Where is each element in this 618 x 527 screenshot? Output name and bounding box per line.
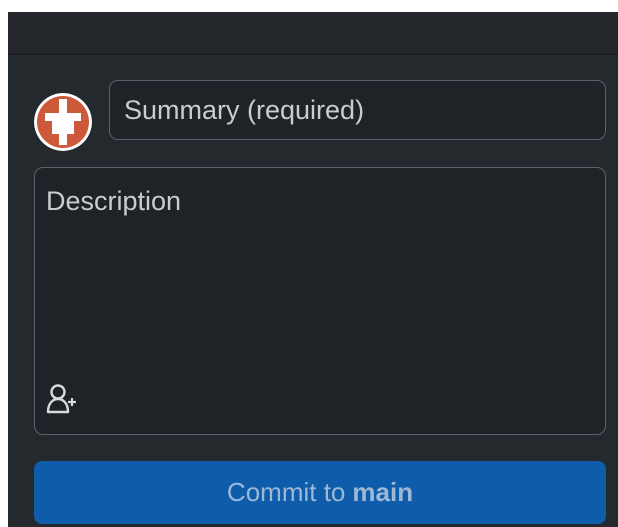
person-add-icon[interactable] (45, 382, 79, 416)
description-textarea[interactable]: Description (34, 167, 606, 435)
summary-placeholder: Summary (required) (124, 94, 365, 125)
commit-button-label: Commit to (226, 477, 346, 507)
changes-list-footer (8, 12, 618, 55)
description-placeholder: Description (46, 186, 182, 216)
author-avatar[interactable] (34, 93, 92, 151)
commit-button[interactable]: Commit to main (34, 461, 606, 524)
summary-input[interactable]: Summary (required) (109, 80, 606, 140)
commit-branch-name: main (352, 477, 414, 507)
commit-panel: Summary (required) Description Commit to… (8, 12, 618, 527)
avatar-image (34, 93, 92, 151)
